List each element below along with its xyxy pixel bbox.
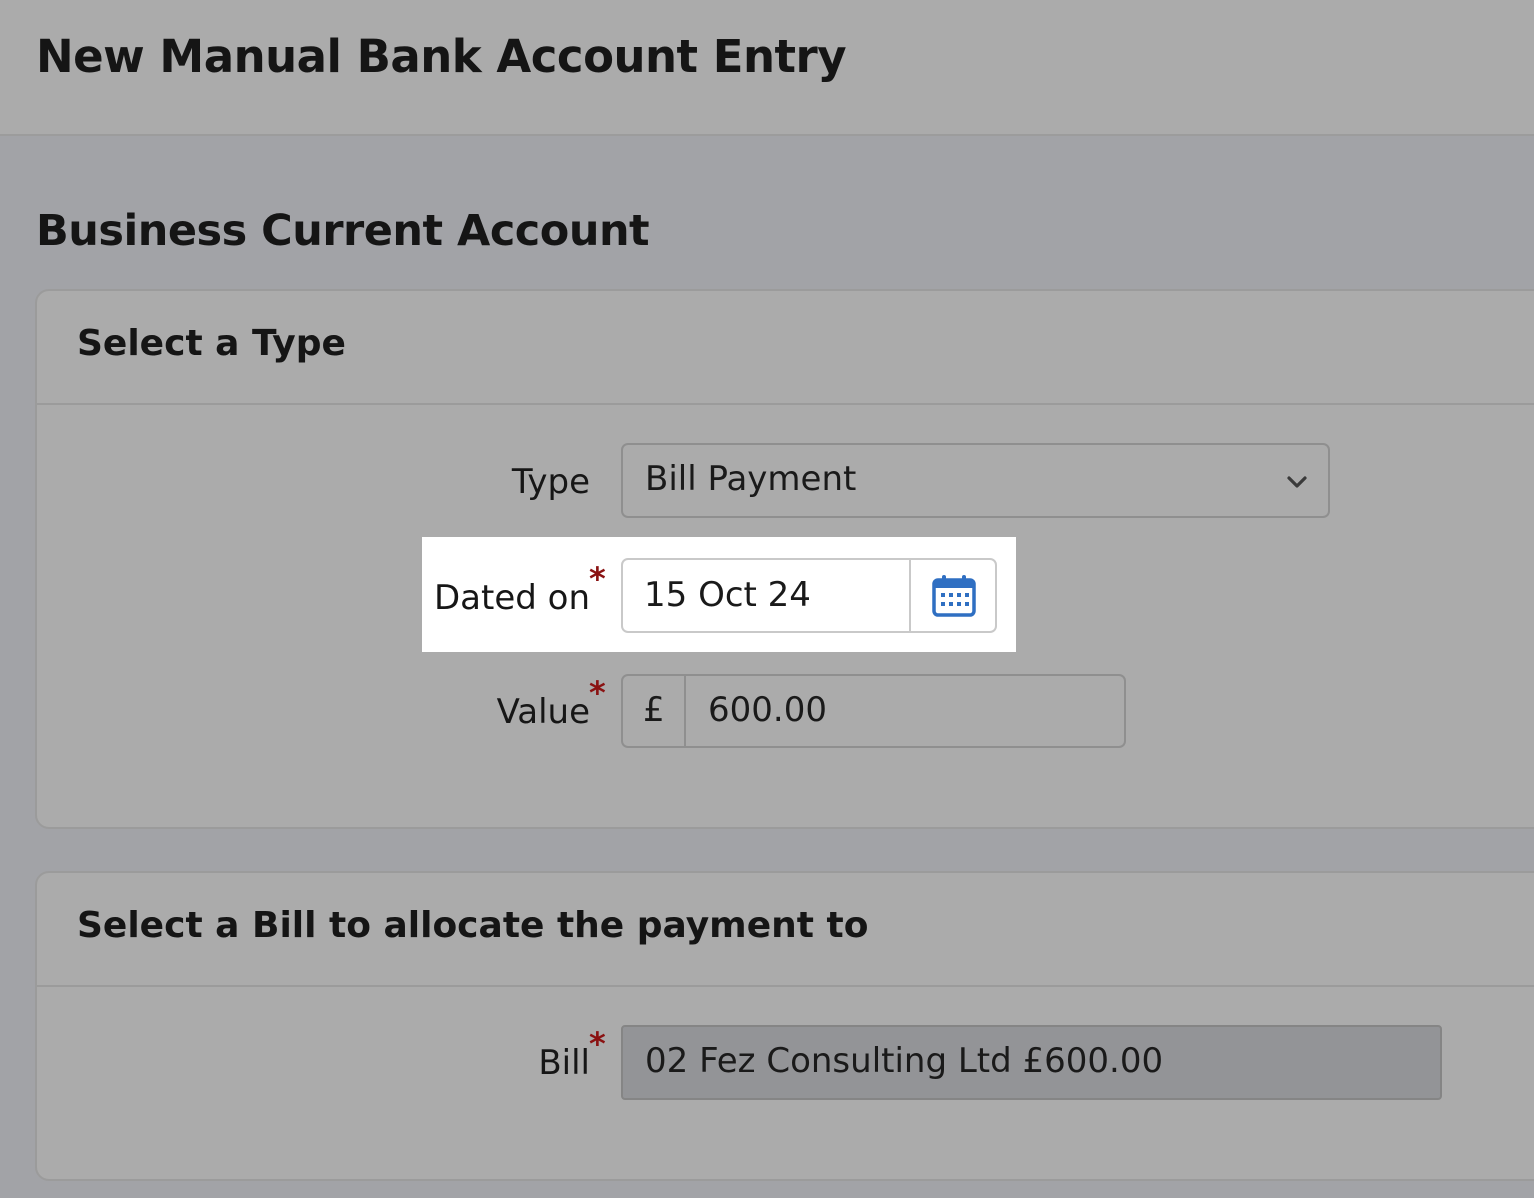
account-title: Business Current Account <box>36 206 650 256</box>
currency-symbol: £ <box>643 690 665 730</box>
calendar-icon <box>932 575 976 617</box>
bill-panel-heading: Select a Bill to allocate the payment to <box>77 905 869 946</box>
bill-select[interactable]: 02 Fez Consulting Ltd £600.00 <box>621 1025 1442 1100</box>
currency-addon: £ <box>623 676 686 746</box>
type-panel-header: Select a Type <box>37 291 1534 405</box>
dated-on-input[interactable]: 15 Oct 24 <box>644 575 811 615</box>
type-select[interactable]: Bill Payment <box>621 443 1330 518</box>
dated-on-field[interactable]: 15 Oct 24 <box>621 558 997 633</box>
type-label: Type <box>511 462 590 502</box>
dated-on-label: Dated on <box>433 578 590 618</box>
bill-required-marker: * <box>589 1025 606 1063</box>
value-input[interactable]: 600.00 <box>708 690 827 730</box>
top-bar: New Manual Bank Account Entry <box>0 0 1534 136</box>
type-select-value: Bill Payment <box>645 459 857 499</box>
value-required-marker: * <box>589 674 606 712</box>
calendar-button[interactable] <box>911 560 997 631</box>
dated-on-required-marker: * <box>589 560 606 598</box>
value-field[interactable]: £ 600.00 <box>621 674 1126 748</box>
chevron-down-icon <box>1287 476 1307 488</box>
bill-select-value: 02 Fez Consulting Ltd £600.00 <box>645 1041 1164 1081</box>
value-label: Value <box>496 692 590 732</box>
page-title: New Manual Bank Account Entry <box>36 30 847 83</box>
bill-panel-header: Select a Bill to allocate the payment to <box>37 873 1534 987</box>
bill-label: Bill <box>538 1043 590 1083</box>
type-panel-heading: Select a Type <box>77 323 346 364</box>
